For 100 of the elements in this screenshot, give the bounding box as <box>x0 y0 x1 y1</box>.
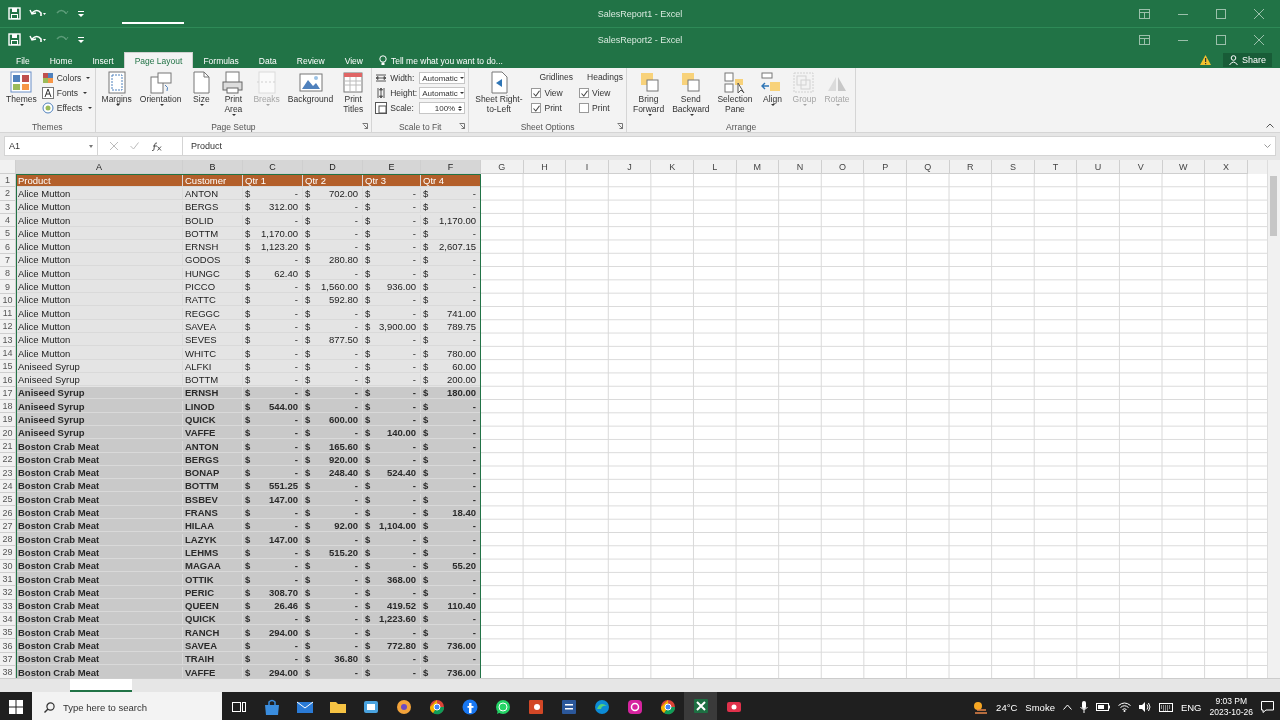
column-header[interactable]: U <box>1077 160 1120 174</box>
ribbon-options-icon[interactable] <box>1139 8 1150 19</box>
battery-icon[interactable] <box>1095 703 1110 711</box>
ribbon-tab[interactable]: Review <box>286 53 335 68</box>
close-icon[interactable] <box>1254 8 1264 19</box>
maximize-icon[interactable] <box>1216 8 1226 19</box>
column-header[interactable]: Q <box>906 160 950 174</box>
ribbon-options-icon[interactable] <box>1139 34 1150 45</box>
table-cell: Aniseed Syrup <box>18 360 80 372</box>
taskbar-search-field[interactable]: Type here to search <box>32 692 222 720</box>
name-box[interactable]: A1 <box>5 137 98 155</box>
ribbon-tab[interactable]: Insert <box>82 53 124 68</box>
column-header[interactable]: B <box>183 160 243 174</box>
sheet-tab[interactable] <box>70 679 132 692</box>
spin-field[interactable]: 100% <box>419 102 466 114</box>
keyboard-icon[interactable] <box>1158 702 1173 712</box>
amount: - <box>354 507 359 519</box>
insert-function-icon[interactable] <box>151 141 162 151</box>
ribbon-tab[interactable]: Page Layout <box>123 52 194 68</box>
wifi-icon[interactable] <box>1117 702 1131 712</box>
column-header[interactable]: J <box>608 160 652 174</box>
ribbon-button[interactable]: Themes <box>3 70 40 107</box>
save-icon[interactable] <box>8 7 21 20</box>
speaker-icon[interactable] <box>1138 702 1151 712</box>
column-header[interactable]: D <box>303 160 363 174</box>
currency-symbol: $ <box>245 294 251 306</box>
save-icon[interactable] <box>8 33 21 46</box>
share-button[interactable]: Share <box>1222 52 1272 67</box>
column-header[interactable]: S <box>992 160 1035 174</box>
column-header[interactable]: P <box>864 160 907 174</box>
microphone-icon[interactable] <box>1079 701 1088 713</box>
ribbon-button[interactable]: Orientation <box>136 70 185 107</box>
column-header[interactable]: M <box>736 160 780 174</box>
empty-cells-grid[interactable] <box>481 174 1268 680</box>
ribbon-tab[interactable]: File <box>6 53 40 68</box>
column-header[interactable]: C <box>243 160 303 174</box>
column-header[interactable]: F <box>421 160 481 174</box>
table-cell: Boston Crab Meat <box>18 573 100 585</box>
column-header[interactable]: I <box>566 160 609 174</box>
scrollbar[interactable] <box>1267 160 1280 678</box>
row-number: 23 <box>2 467 13 478</box>
task-view-icon[interactable] <box>231 701 246 713</box>
column-header[interactable]: A <box>16 160 183 174</box>
ribbon-button[interactable]: Sheet Right- to-Left <box>472 70 526 115</box>
row-number: 29 <box>2 547 13 558</box>
column-header[interactable]: E <box>363 160 421 174</box>
close-icon[interactable] <box>1254 34 1264 45</box>
row-number: 3 <box>5 201 10 212</box>
column-header[interactable]: O <box>821 160 865 174</box>
ribbon-button[interactable]: Background <box>284 70 337 105</box>
column-header[interactable]: N <box>779 160 822 174</box>
column-header[interactable]: L <box>693 160 737 174</box>
amount: - <box>354 493 359 505</box>
column-header[interactable]: G <box>481 160 524 174</box>
chevron-up-icon[interactable] <box>1062 704 1072 710</box>
currency-symbol: $ <box>365 546 371 558</box>
dialog-launcher-icon[interactable] <box>459 123 466 129</box>
ribbon-button[interactable]: Colors <box>41 72 92 84</box>
ribbon-button[interactable]: Margins <box>98 70 135 107</box>
ribbon-button[interactable]: Bring Forward <box>629 70 668 117</box>
checkbox[interactable] <box>531 88 542 98</box>
column-header[interactable]: H <box>523 160 567 174</box>
ribbon-button[interactable]: Send Backward <box>669 70 713 117</box>
ribbon-tab[interactable]: Home <box>39 53 83 68</box>
column-header[interactable]: R <box>949 160 993 174</box>
tell-me-field[interactable]: Tell me what you want to do... <box>390 55 503 66</box>
notification-icon[interactable] <box>1261 701 1274 713</box>
currency-symbol: $ <box>245 334 251 346</box>
column-header[interactable]: K <box>651 160 694 174</box>
windows-start-icon[interactable] <box>9 700 23 714</box>
currency-symbol: $ <box>423 573 429 585</box>
ribbon-tab[interactable]: Data <box>248 53 287 68</box>
ribbon-button[interactable]: Size <box>186 70 217 107</box>
formula-field[interactable]: Product <box>191 141 223 151</box>
expand-icon[interactable] <box>1264 144 1271 148</box>
lightbulb-icon <box>378 55 387 66</box>
column-header[interactable]: W <box>1162 160 1206 174</box>
dropdown-field[interactable]: Automatic <box>419 72 466 84</box>
dialog-launcher-icon[interactable] <box>362 123 369 129</box>
ribbon-button[interactable]: Print Titles <box>338 70 369 115</box>
collapse-ribbon-icon[interactable] <box>1266 123 1274 128</box>
column-header[interactable]: X <box>1205 160 1248 174</box>
ribbon-button[interactable]: Selection Pane <box>714 70 756 115</box>
checkbox[interactable] <box>579 103 589 113</box>
checkbox[interactable] <box>531 103 542 113</box>
language-indicator[interactable]: ENG <box>1180 701 1202 713</box>
dropdown-field[interactable]: Automatic <box>419 87 466 99</box>
currency-symbol: $ <box>305 480 311 492</box>
dialog-launcher-icon[interactable] <box>616 123 623 129</box>
ribbon-tab[interactable]: View <box>334 53 373 68</box>
ribbon-button[interactable]: Print Area <box>218 70 249 117</box>
checkbox[interactable] <box>579 88 589 98</box>
column-header[interactable]: V <box>1119 160 1163 174</box>
ribbon-button[interactable]: Effects <box>41 102 92 114</box>
ribbon-button[interactable]: Align <box>757 70 788 107</box>
ribbon-button[interactable]: Fonts <box>41 87 92 99</box>
maximize-icon[interactable] <box>1216 34 1226 45</box>
ribbon-tab[interactable]: Formulas <box>193 53 249 68</box>
amount: 1,123.20 <box>261 241 299 253</box>
column-header[interactable]: T <box>1034 160 1078 174</box>
